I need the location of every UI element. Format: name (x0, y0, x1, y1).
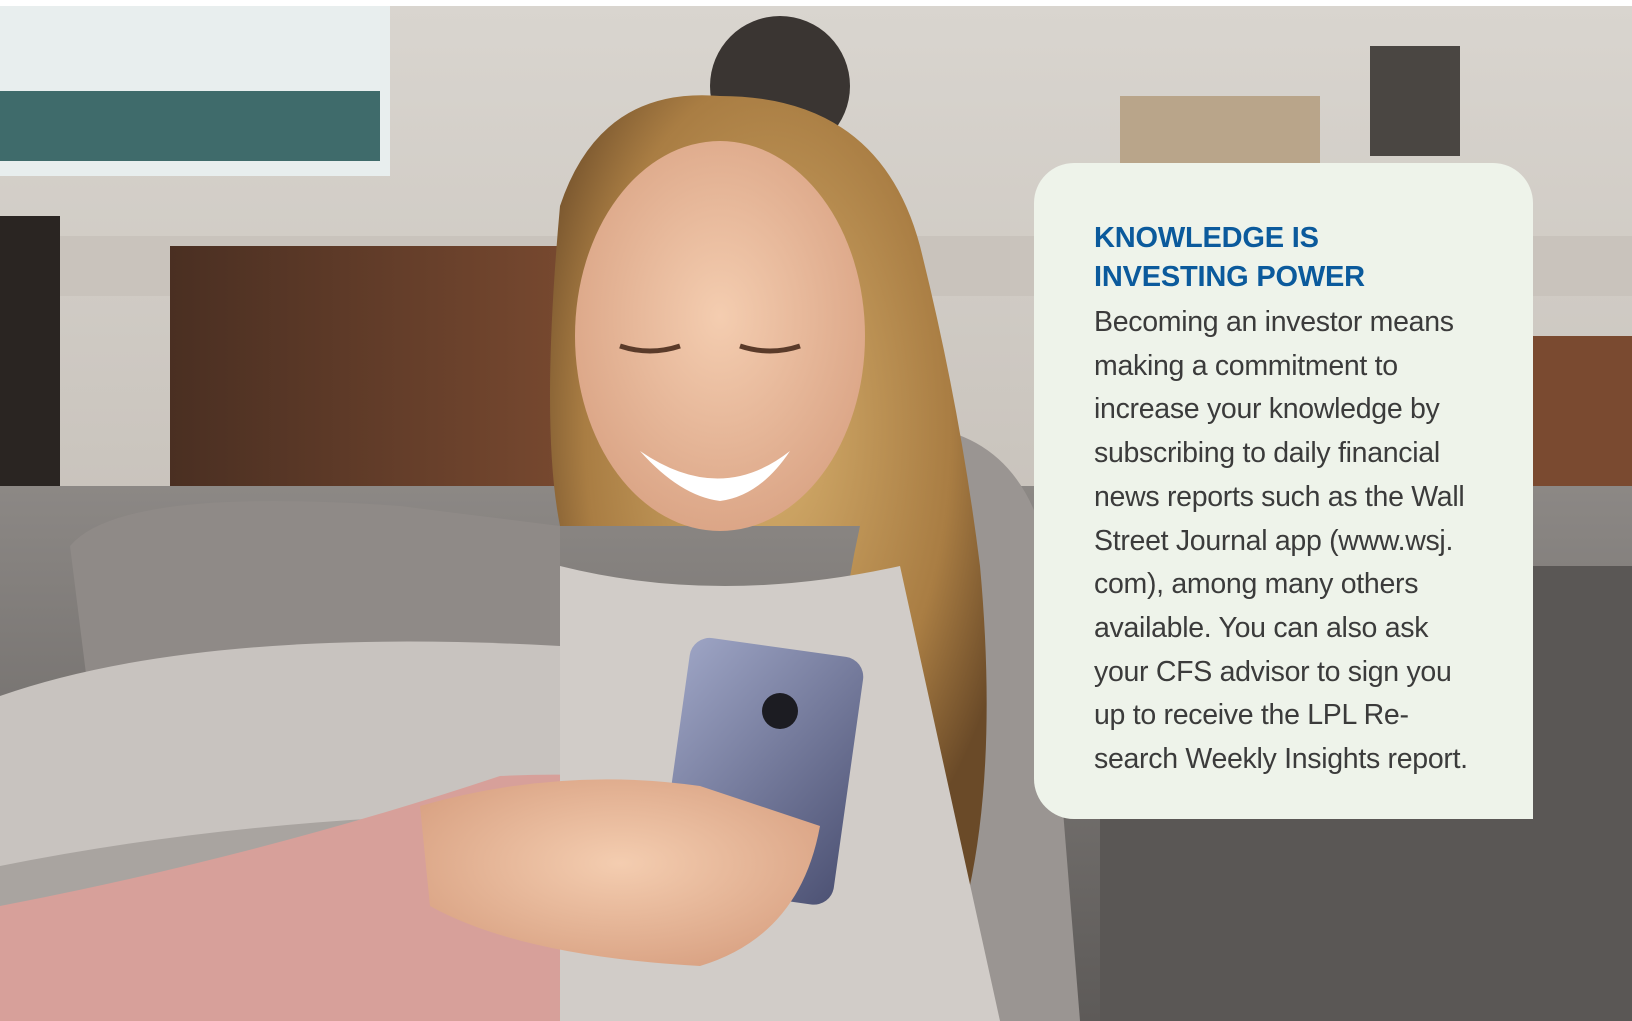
card-body-text: Becoming an investor means making a comm… (1094, 306, 1468, 776)
card-heading: KNOWLEDGE IS INVESTING POWER (1094, 219, 1493, 297)
knowledge-info-card: KNOWLEDGE IS INVESTING POWER Becoming an… (1034, 163, 1533, 819)
card-heading-line-2: INVESTING POWER (1094, 261, 1365, 293)
card-heading-line-1: KNOWLEDGE IS (1094, 222, 1319, 254)
